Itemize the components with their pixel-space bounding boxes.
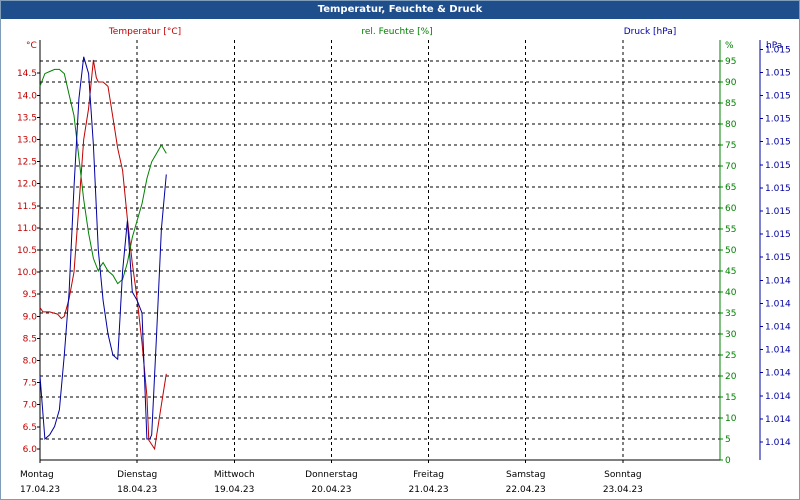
humidity-tick-label: 35 — [725, 309, 736, 319]
humidity-tick-label: 15 — [725, 393, 736, 403]
labels: Temperatur [°C] rel. Feuchte [%] Druck [hP… — [17, 27, 791, 495]
pressure-tick-label: 1.014 — [765, 323, 791, 333]
humidity-tick-label: 0 — [725, 456, 731, 466]
x-day-label: Donnerstag — [305, 470, 358, 480]
x-date-label: 21.04.23 — [409, 485, 449, 495]
series-line-temperature — [39, 59, 167, 451]
humidity-tick-label: 75 — [725, 141, 736, 151]
pressure-tick-label: 1.015 — [765, 161, 791, 171]
pressure-axis-label: Druck [hPa] — [624, 27, 677, 37]
pressure-tick-label: 1.015 — [765, 253, 791, 263]
humidity-tick-label: 30 — [725, 330, 737, 340]
humidity-tick-label: 25 — [725, 351, 736, 361]
temperature-tick-label: 11.5 — [17, 202, 37, 212]
pressure-tick-label: 1.015 — [765, 115, 791, 125]
temperature-tick-label: 12.5 — [17, 158, 37, 168]
x-day-label: Montag — [20, 470, 54, 480]
x-date-label: 23.04.23 — [603, 485, 643, 495]
humidity-tick-label: 60 — [725, 204, 737, 214]
x-day-label: Freitag — [413, 470, 444, 480]
humidity-tick-label: 90 — [725, 78, 737, 88]
x-date-label: 17.04.23 — [20, 485, 60, 495]
x-date-label: 20.04.23 — [311, 485, 351, 495]
humidity-tick-label: 45 — [725, 267, 736, 277]
temperature-tick-label: 6.5 — [23, 423, 37, 433]
pressure-tick-label: 1.014 — [765, 392, 791, 402]
grid — [40, 40, 720, 460]
humidity-tick-label: 70 — [725, 162, 737, 172]
pressure-tick-label: 1.014 — [765, 276, 791, 286]
temperature-unit: °C — [26, 41, 37, 51]
pressure-tick-label: 1.014 — [765, 346, 791, 356]
temperature-tick-label: 7.0 — [23, 401, 38, 411]
x-day-label: Samstag — [506, 470, 545, 480]
humidity-axis-label: rel. Feuchte [%] — [361, 27, 432, 37]
humidity-tick-label: 50 — [725, 246, 737, 256]
temperature-tick-label: 12.0 — [17, 180, 37, 190]
humidity-tick-label: 40 — [725, 288, 737, 298]
x-date-label: 22.04.23 — [506, 485, 546, 495]
pressure-tick-label: 1.015 — [765, 138, 791, 148]
temperature-tick-label: 8.5 — [23, 334, 37, 344]
temperature-tick-label: 10.0 — [17, 268, 37, 278]
humidity-unit: % — [725, 41, 734, 51]
x-day-label: Mittwoch — [214, 470, 255, 480]
x-date-label: 18.04.23 — [117, 485, 157, 495]
pressure-tick-label: 1.015 — [765, 45, 791, 55]
temperature-tick-label: 14.0 — [17, 91, 37, 101]
temperature-tick-label: 9.0 — [23, 312, 38, 322]
temperature-tick-label: 9.5 — [23, 290, 37, 300]
weather-chart: Temperatur [°C] rel. Feuchte [%] Druck [hP… — [17, 27, 791, 495]
temperature-tick-label: 10.5 — [17, 246, 37, 256]
pressure-tick-label: 1.015 — [765, 68, 791, 78]
temperature-axis-label: Temperatur [°C] — [108, 27, 181, 37]
x-day-label: Dienstag — [117, 470, 157, 480]
temperature-tick-label: 14.5 — [17, 69, 37, 79]
temperature-tick-label: 13.5 — [17, 113, 37, 123]
x-day-label: Sonntag — [604, 470, 641, 480]
x-date-label: 19.04.23 — [214, 485, 254, 495]
pressure-tick-label: 1.014 — [765, 438, 791, 448]
temperature-tick-label: 8.0 — [23, 357, 38, 367]
humidity-tick-label: 80 — [725, 120, 737, 130]
series-line-humidity — [39, 68, 167, 285]
humidity-tick-label: 5 — [725, 435, 731, 445]
series-line-humidity — [39, 56, 167, 441]
temperature-tick-label: 6.0 — [23, 445, 38, 455]
temperature-tick-label: 13.0 — [17, 135, 37, 145]
humidity-tick-label: 10 — [725, 414, 737, 424]
humidity-tick-label: 85 — [725, 99, 736, 109]
temperature-tick-label: 7.5 — [23, 379, 37, 389]
pressure-tick-label: 1.014 — [765, 415, 791, 425]
humidity-tick-label: 95 — [725, 57, 736, 67]
pressure-tick-label: 1.015 — [765, 92, 791, 102]
pressure-tick-label: 1.014 — [765, 369, 791, 379]
pressure-tick-label: 1.015 — [765, 184, 791, 194]
pressure-tick-label: 1.014 — [765, 299, 791, 309]
humidity-tick-label: 20 — [725, 372, 737, 382]
humidity-tick-label: 65 — [725, 183, 736, 193]
temperature-tick-label: 11.0 — [17, 224, 37, 234]
humidity-tick-label: 55 — [725, 225, 736, 235]
pressure-tick-label: 1.015 — [765, 230, 791, 240]
series — [39, 56, 167, 451]
pressure-tick-label: 1.015 — [765, 207, 791, 217]
